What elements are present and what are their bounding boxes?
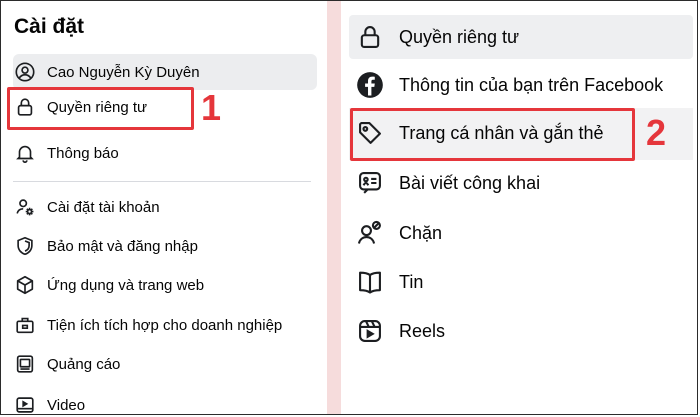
block-user-icon bbox=[355, 218, 385, 248]
menu-item-stories[interactable]: Tin bbox=[355, 260, 423, 304]
menu-item-reels[interactable]: Reels bbox=[355, 309, 445, 353]
sidebar-item-label: Video bbox=[47, 396, 86, 414]
highlight-box-1 bbox=[7, 87, 194, 130]
sidebar-item-profile[interactable]: Cao Nguyễn Kỳ Duyên bbox=[13, 54, 317, 90]
menu-item-public-posts[interactable]: Bài viết công khai bbox=[355, 161, 540, 205]
sidebar-item-label: Tiện ích tích hợp cho doanh nghiệp bbox=[47, 316, 283, 334]
public-post-icon bbox=[355, 168, 385, 198]
sidebar-item-label: Cài đặt tài khoản bbox=[47, 198, 160, 216]
menu-item-label: Reels bbox=[399, 320, 446, 341]
sidebar-item-apps-websites[interactable]: Ứng dụng và trang web bbox=[13, 267, 204, 303]
ad-icon bbox=[13, 352, 37, 376]
menu-item-label: Bài viết công khai bbox=[399, 172, 541, 193]
menu-item-label: Quyền riêng tư bbox=[399, 26, 520, 47]
video-icon bbox=[13, 393, 37, 414]
business-integration-icon bbox=[13, 313, 37, 337]
sidebar-item-notifications[interactable]: Thông báo bbox=[13, 135, 119, 171]
facebook-icon bbox=[355, 70, 385, 100]
sidebar-item-account-settings[interactable]: Cài đặt tài khoản bbox=[13, 189, 160, 225]
reels-icon bbox=[355, 316, 385, 346]
privacy-menu: Quyền riêng tư Thông tin của bạn trên Fa… bbox=[341, 1, 697, 414]
menu-item-blocking[interactable]: Chặn bbox=[355, 211, 442, 255]
bell-icon bbox=[13, 141, 37, 165]
book-icon bbox=[355, 267, 385, 297]
cube-icon bbox=[13, 273, 37, 297]
sidebar-item-label: Cao Nguyễn Kỳ Duyên bbox=[47, 63, 200, 81]
sidebar-item-label: Bảo mật và đăng nhập bbox=[47, 237, 198, 255]
panel-divider bbox=[327, 1, 341, 414]
menu-item-label: Thông tin của bạn trên Facebook bbox=[399, 74, 664, 95]
sidebar-item-label: Quảng cáo bbox=[47, 355, 121, 373]
section-divider bbox=[13, 181, 311, 182]
menu-item-label: Chặn bbox=[399, 222, 443, 243]
settings-sidebar: Cài đặt Cao Nguyễn Kỳ Duyên Quyền riêng … bbox=[1, 1, 327, 414]
step-number-2: 2 bbox=[646, 112, 667, 153]
sidebar-item-video[interactable]: Video bbox=[13, 387, 86, 414]
menu-item-label: Tin bbox=[399, 271, 424, 292]
menu-item-privacy[interactable]: Quyền riêng tư bbox=[355, 15, 519, 59]
screenshot-frame: Cài đặt Cao Nguyễn Kỳ Duyên Quyền riêng … bbox=[0, 0, 698, 415]
menu-item-your-facebook-info[interactable]: Thông tin của bạn trên Facebook bbox=[355, 63, 663, 107]
lock-icon bbox=[355, 22, 385, 52]
user-circle-icon bbox=[13, 60, 37, 84]
page-title: Cài đặt bbox=[14, 15, 85, 38]
sidebar-item-label: Thông báo bbox=[47, 144, 119, 162]
highlight-box-2 bbox=[350, 108, 635, 161]
sidebar-item-label: Ứng dụng và trang web bbox=[47, 276, 205, 294]
step-number-1: 1 bbox=[201, 87, 222, 128]
sidebar-item-security[interactable]: Bảo mật và đăng nhập bbox=[13, 228, 198, 264]
sidebar-item-ads[interactable]: Quảng cáo bbox=[13, 346, 120, 382]
shield-icon bbox=[13, 234, 37, 258]
sidebar-item-business-integrations[interactable]: Tiện ích tích hợp cho doanh nghiệp bbox=[13, 307, 282, 343]
user-gear-icon bbox=[13, 195, 37, 219]
